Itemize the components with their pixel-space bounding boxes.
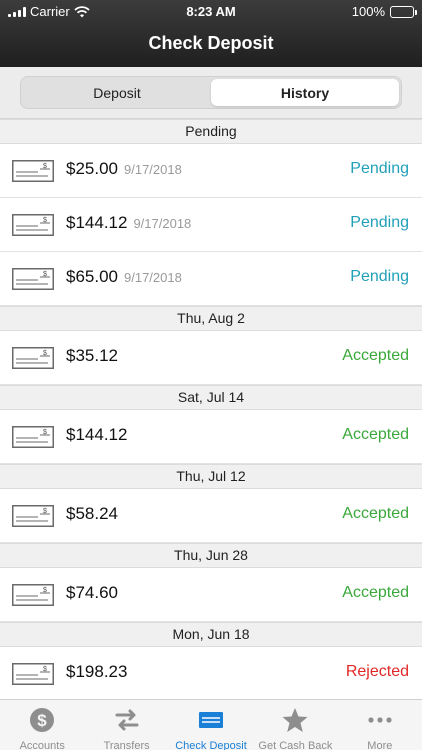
deposit-row[interactable]: $ $198.23 Rejected	[0, 647, 422, 699]
deposit-amount: $144.12	[66, 213, 128, 232]
svg-text:$: $	[43, 508, 47, 515]
deposit-status: Pending	[350, 160, 409, 177]
check-icon: $	[12, 426, 54, 448]
section-header: Thu, Jun 28	[0, 543, 422, 568]
check-card-icon	[197, 706, 225, 740]
deposit-amount-group: $74.60	[66, 583, 118, 603]
dollar-coin-icon: $	[28, 706, 56, 740]
deposit-date: 9/17/2018	[124, 162, 182, 177]
deposit-status: Rejected	[345, 663, 409, 680]
deposit-row[interactable]: $ $144.12 9/17/2018 Pending	[0, 198, 422, 252]
deposit-row[interactable]: $ $144.12 Accepted	[0, 410, 422, 464]
check-icon: $	[12, 505, 54, 527]
deposit-row[interactable]: $ $74.60 Accepted	[0, 568, 422, 622]
more-dots-icon	[366, 706, 394, 740]
deposit-amount: $198.23	[66, 662, 128, 681]
deposit-amount-group: $144.12 9/17/2018	[66, 213, 191, 233]
deposit-amount: $65.00	[66, 267, 118, 286]
deposit-status: Accepted	[342, 347, 409, 364]
transfer-arrows-icon	[113, 706, 141, 740]
deposit-row[interactable]: $ $65.00 9/17/2018 Pending	[0, 252, 422, 306]
tab-get-cash-back[interactable]: Get Cash Back	[253, 700, 337, 750]
deposit-amount: $25.00	[66, 159, 118, 178]
deposit-amount: $35.12	[66, 346, 118, 365]
section-header: Thu, Aug 2	[0, 306, 422, 331]
svg-text:$: $	[43, 217, 47, 224]
svg-text:$: $	[37, 711, 47, 730]
svg-text:$: $	[43, 271, 47, 278]
tab-label: Get Cash Back	[258, 740, 333, 750]
section-header: Sat, Jul 14	[0, 385, 422, 410]
battery-percent: 100%	[351, 4, 385, 19]
top-bar: Carrier 8:23 AM 100% Check Deposit	[0, 0, 422, 67]
deposit-status: Accepted	[342, 505, 409, 522]
svg-text:$: $	[43, 429, 47, 436]
deposit-amount-group: $144.12	[66, 425, 127, 445]
check-icon: $	[12, 214, 54, 236]
deposit-amount: $74.60	[66, 583, 118, 602]
deposit-status: Pending	[350, 268, 409, 285]
tab-deposit[interactable]: Deposit	[23, 79, 211, 106]
tab-label: Accounts	[19, 740, 65, 750]
deposit-amount-group: $65.00 9/17/2018	[66, 267, 182, 287]
deposit-amount-group: $25.00 9/17/2018	[66, 159, 182, 179]
check-icon: $	[12, 268, 54, 290]
tab-more[interactable]: More	[338, 700, 422, 750]
deposit-history-list[interactable]: Pending $ $25.00 9/17/2018 Pending $ $144.12 9/…	[0, 119, 422, 699]
tab-history[interactable]: History	[211, 79, 399, 106]
deposit-amount: $144.12	[66, 425, 128, 444]
page-title: Check Deposit	[148, 33, 274, 53]
status-bar: Carrier 8:23 AM 100%	[0, 0, 422, 24]
segmented-control: Deposit History	[20, 76, 402, 109]
svg-text:$: $	[43, 163, 47, 170]
section-header: Mon, Jun 18	[0, 622, 422, 647]
svg-text:$: $	[43, 666, 47, 673]
deposit-status: Pending	[350, 214, 409, 231]
tab-accounts[interactable]: $ Accounts	[0, 700, 84, 750]
deposit-row[interactable]: $ $35.12 Accepted	[0, 331, 422, 385]
check-icon: $	[12, 584, 54, 606]
section-header: Thu, Jul 12	[0, 464, 422, 489]
svg-text:$: $	[43, 587, 47, 594]
tab-label: More	[367, 740, 393, 750]
deposit-row[interactable]: $ $58.24 Accepted	[0, 489, 422, 543]
star-icon	[281, 706, 309, 740]
battery-icon	[390, 5, 417, 18]
check-icon: $	[12, 663, 54, 685]
deposit-amount-group: $58.24	[66, 504, 118, 524]
deposit-row[interactable]: $ $25.00 9/17/2018 Pending	[0, 144, 422, 198]
tab-transfers[interactable]: Transfers	[84, 700, 168, 750]
deposit-amount-group: $198.23	[66, 662, 127, 682]
tab-label: Transfers	[103, 740, 150, 750]
deposit-amount: $58.24	[66, 504, 118, 523]
deposit-status: Accepted	[342, 584, 409, 601]
deposit-date: 9/17/2018	[124, 270, 182, 285]
tab-check-deposit[interactable]: Check Deposit	[169, 700, 253, 750]
segment-bar: Deposit History	[0, 67, 422, 119]
tab-bar: $ Accounts Transfers Check Deposit Get Cash …	[0, 699, 422, 750]
section-header: Pending	[0, 119, 422, 144]
deposit-date: 9/17/2018	[133, 216, 192, 231]
deposit-amount-group: $35.12	[66, 346, 118, 366]
check-icon: $	[12, 347, 54, 369]
tab-label: Check Deposit	[175, 740, 247, 750]
check-icon: $	[12, 160, 54, 182]
svg-text:$: $	[43, 350, 47, 357]
deposit-status: Accepted	[342, 426, 409, 443]
